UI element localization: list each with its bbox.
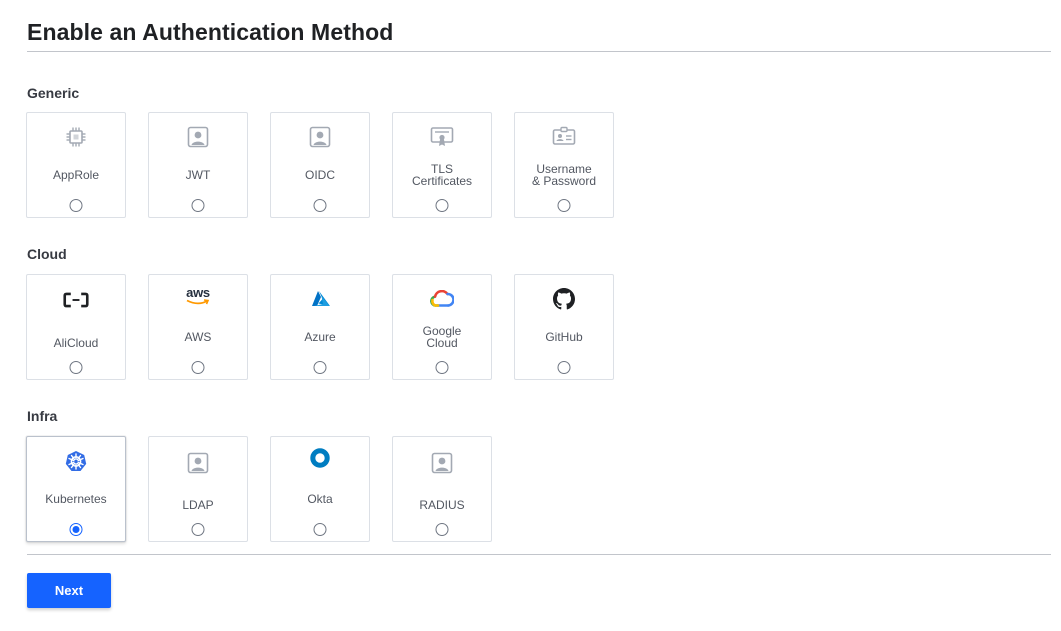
method-radio-aws[interactable] xyxy=(191,361,205,374)
method-card-aws[interactable]: aws AWS xyxy=(148,274,248,380)
certificate-icon xyxy=(429,124,455,150)
next-button[interactable]: Next xyxy=(27,573,111,608)
azure-icon xyxy=(307,286,333,312)
method-radio-github[interactable] xyxy=(557,361,571,374)
method-radio-oidc[interactable] xyxy=(313,199,327,212)
alicloud-icon xyxy=(63,287,89,313)
method-card-radius[interactable]: RADIUS xyxy=(392,436,492,542)
method-label: Kubernetes xyxy=(45,492,107,506)
github-icon xyxy=(551,286,577,312)
page-title: Enable an Authentication Method xyxy=(27,19,394,45)
id-card-icon xyxy=(551,124,577,150)
user-square-icon xyxy=(307,124,333,150)
method-label: AppRole xyxy=(52,168,100,182)
method-label: TLS Certificates xyxy=(411,162,473,188)
aws-icon: aws xyxy=(185,283,211,309)
method-label: Google Cloud xyxy=(422,324,462,350)
method-card-alicloud[interactable]: AliCloud xyxy=(26,274,126,380)
method-card-oidc[interactable]: OIDC xyxy=(270,112,370,218)
footer-divider xyxy=(27,554,1051,555)
method-label: Azure xyxy=(304,330,336,344)
method-radio-azure[interactable] xyxy=(313,361,327,374)
user-square-icon xyxy=(429,450,455,476)
section-title-infra: Infra xyxy=(27,408,58,424)
method-card-approle[interactable]: AppRole xyxy=(26,112,126,218)
section-title-generic: Generic xyxy=(27,85,80,101)
method-label: AliCloud xyxy=(53,336,99,350)
method-card-username-password[interactable]: Username & Password xyxy=(514,112,614,218)
method-radio-tls-certificates[interactable] xyxy=(435,199,449,212)
chip-icon xyxy=(63,124,89,150)
method-radio-username-password[interactable] xyxy=(557,199,571,212)
method-card-okta[interactable]: Okta xyxy=(270,436,370,542)
method-label: Okta xyxy=(307,492,333,506)
user-square-icon xyxy=(185,450,211,476)
method-card-azure[interactable]: Azure xyxy=(270,274,370,380)
method-card-google-cloud[interactable]: Google Cloud xyxy=(392,274,492,380)
okta-icon xyxy=(307,445,333,471)
method-label: RADIUS xyxy=(419,498,465,512)
method-radio-jwt[interactable] xyxy=(191,199,205,212)
method-radio-radius[interactable] xyxy=(435,523,449,536)
method-radio-google-cloud[interactable] xyxy=(435,361,449,374)
method-radio-ldap[interactable] xyxy=(191,523,205,536)
method-radio-kubernetes[interactable] xyxy=(69,523,83,536)
method-label: JWT xyxy=(185,168,211,182)
method-card-jwt[interactable]: JWT xyxy=(148,112,248,218)
method-card-ldap[interactable]: LDAP xyxy=(148,436,248,542)
method-card-kubernetes[interactable]: Kubernetes xyxy=(26,436,126,542)
method-label: AWS xyxy=(184,330,212,344)
enable-auth-method-page: Enable an Authentication Method Generic … xyxy=(0,0,1061,631)
method-card-tls-certificates[interactable]: TLS Certificates xyxy=(392,112,492,218)
method-label: Username & Password xyxy=(531,162,597,188)
google-cloud-icon xyxy=(429,286,455,312)
method-radio-approle[interactable] xyxy=(69,199,83,212)
method-label: GitHub xyxy=(545,330,583,344)
user-square-icon xyxy=(185,124,211,150)
section-title-cloud: Cloud xyxy=(27,246,67,262)
method-label: LDAP xyxy=(182,498,214,512)
method-radio-alicloud[interactable] xyxy=(69,361,83,374)
method-card-github[interactable]: GitHub xyxy=(514,274,614,380)
kubernetes-icon xyxy=(63,448,89,474)
method-label: OIDC xyxy=(305,168,335,182)
method-radio-okta[interactable] xyxy=(313,523,327,536)
title-divider xyxy=(27,51,1051,52)
